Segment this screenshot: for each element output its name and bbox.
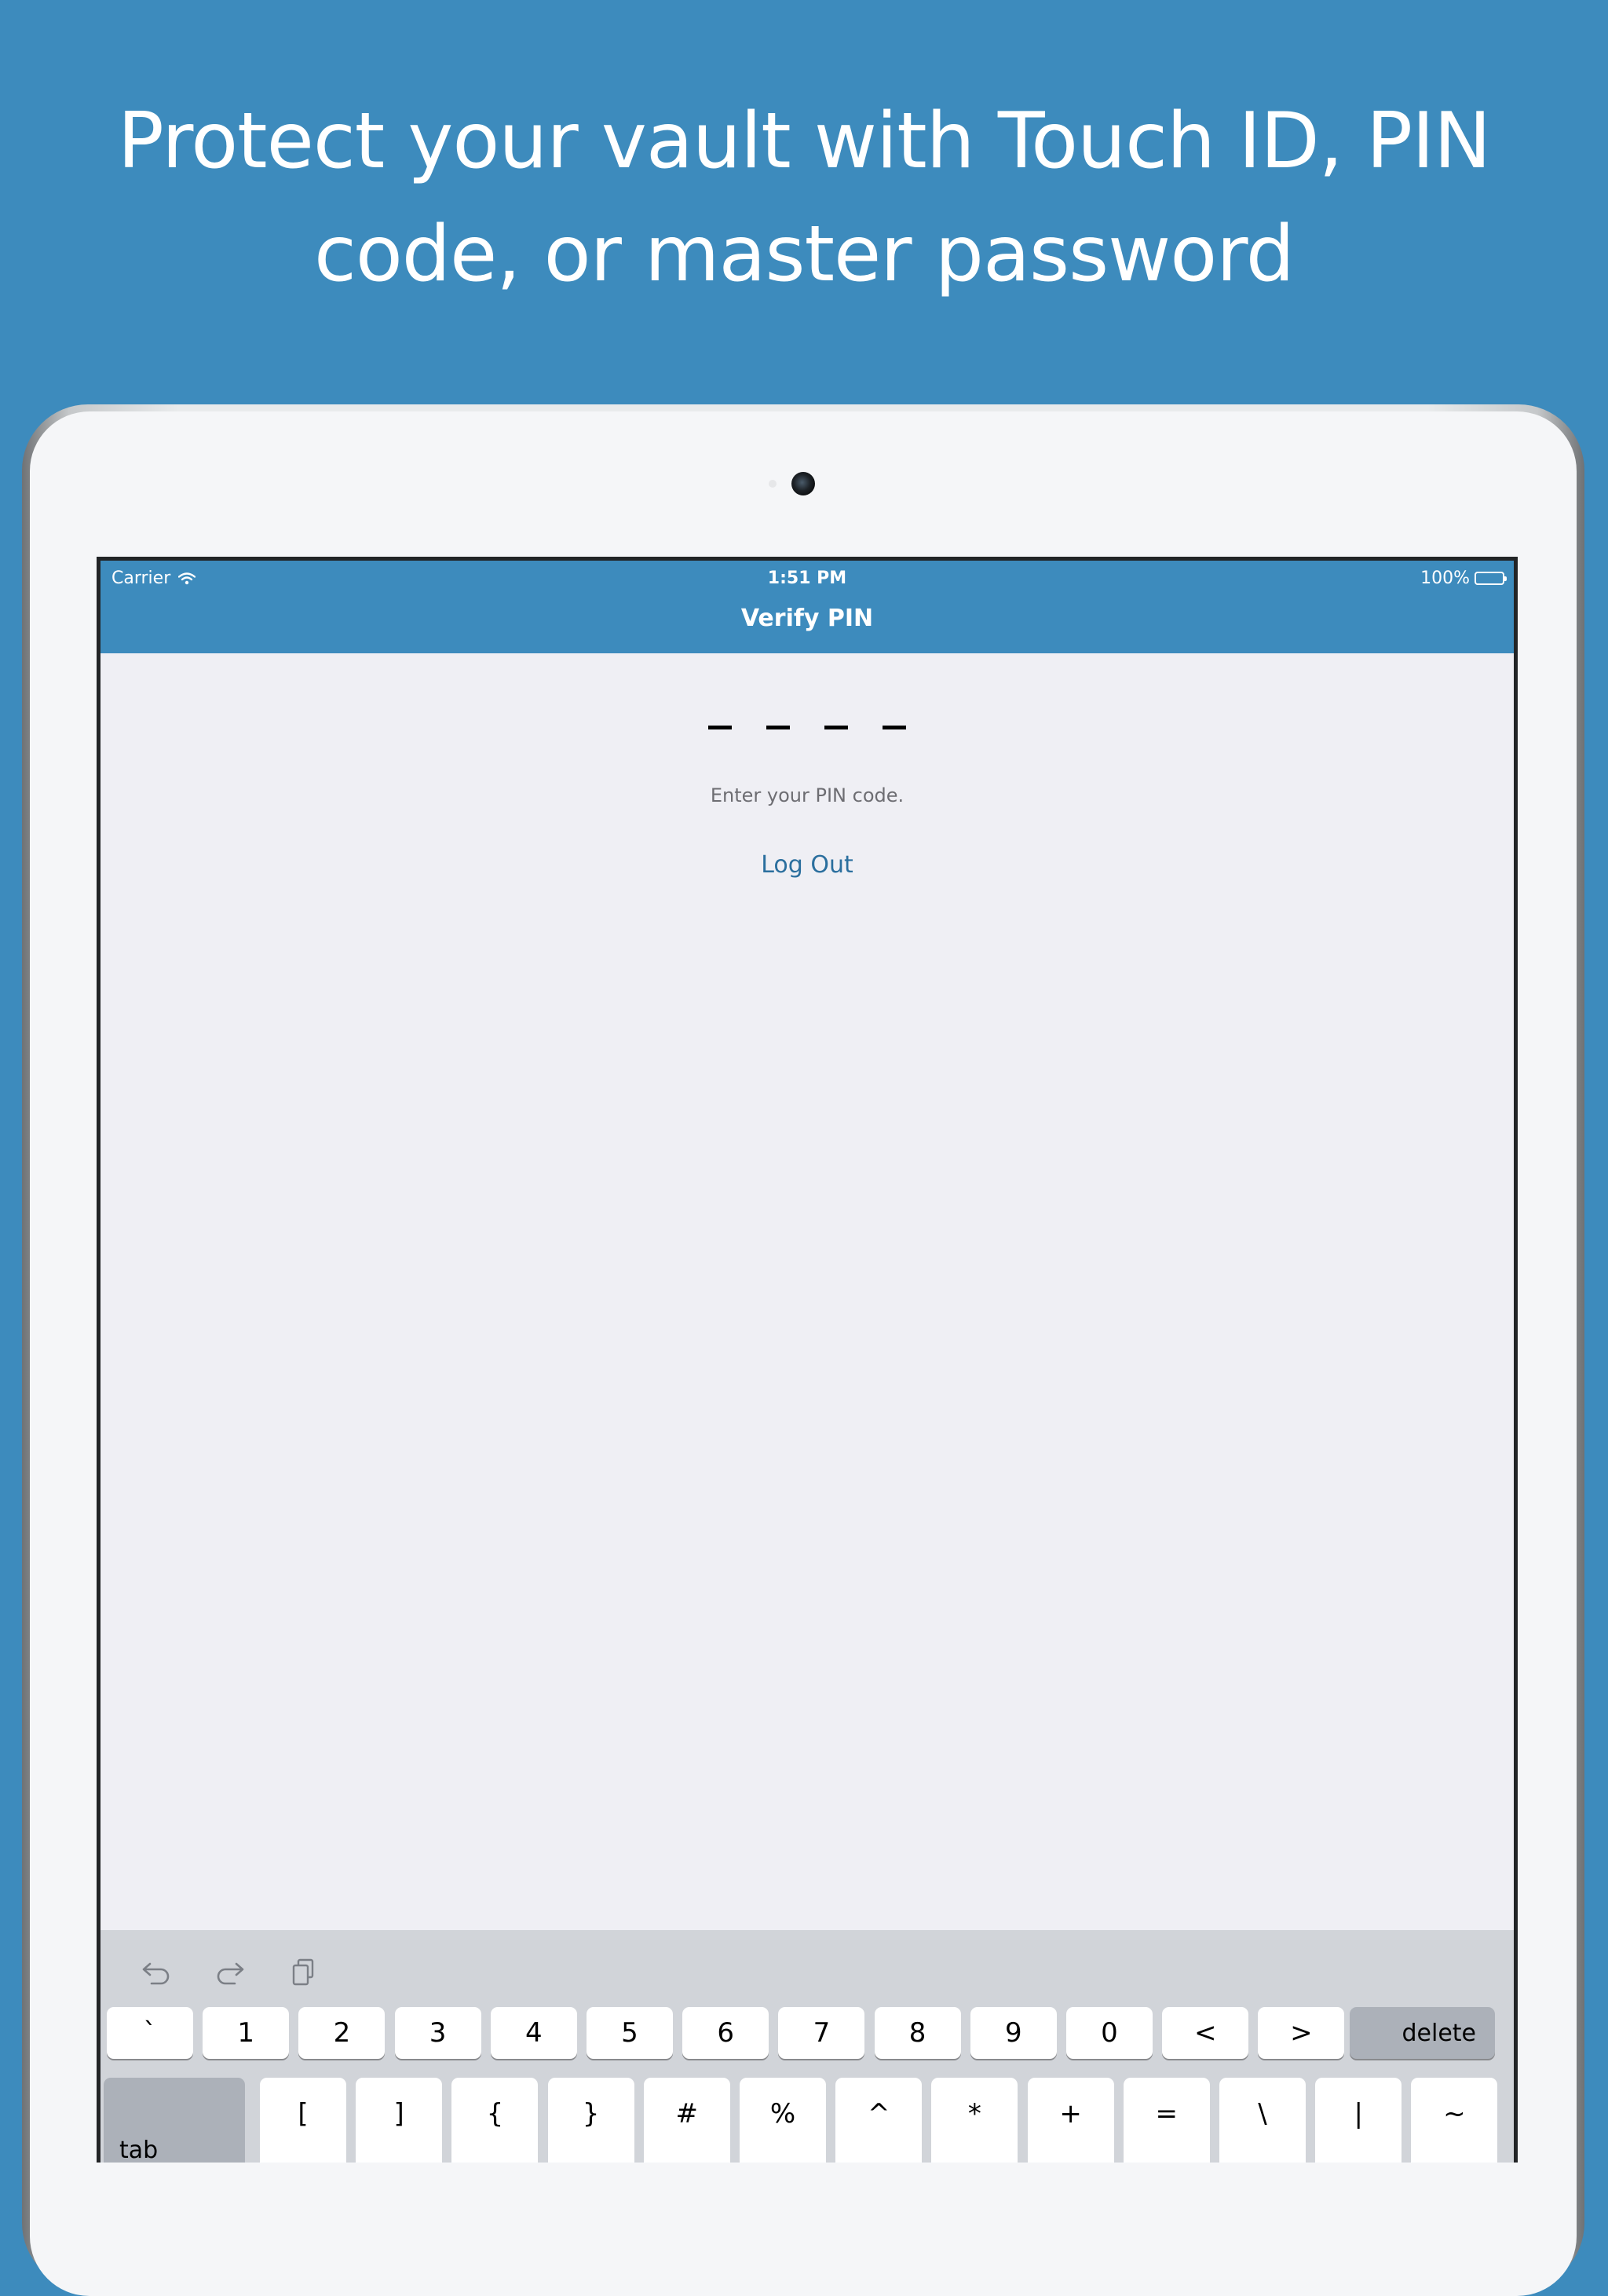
on-screen-keyboard: ` 1 2 3 4 5 6 7 8 9 0 < > delete tab []{} #% ^ * + = \ | ~	[100, 1930, 1514, 2163]
key[interactable]: [	[260, 2078, 346, 2163]
undo-icon[interactable]	[138, 1954, 174, 1990]
paste-icon[interactable]	[286, 1954, 322, 1990]
key[interactable]: |	[1315, 2078, 1402, 2163]
key[interactable]: +	[1027, 2078, 1114, 2163]
headline-line-1: Protect your vault with Touch ID, PIN	[117, 97, 1492, 186]
battery-icon	[1475, 572, 1507, 585]
key[interactable]: =	[1123, 2078, 1210, 2163]
keyboard-shortcuts-bar	[138, 1954, 322, 1990]
key[interactable]: ~	[1411, 2078, 1498, 2163]
log-out-button[interactable]: Log Out	[100, 851, 1514, 879]
key[interactable]: \	[1219, 2078, 1306, 2163]
key[interactable]: *	[931, 2078, 1018, 2163]
light-sensor	[769, 480, 777, 488]
key[interactable]: 2	[298, 2007, 386, 2059]
key[interactable]: 4	[490, 2007, 577, 2059]
key[interactable]: 6	[682, 2007, 769, 2059]
key[interactable]: %	[740, 2078, 826, 2163]
headline-line-2: code, or master password	[313, 210, 1295, 299]
pin-digit-placeholder	[708, 726, 732, 729]
key[interactable]: 7	[778, 2007, 865, 2059]
key[interactable]: ^	[835, 2078, 923, 2163]
pin-digit-placeholder	[766, 726, 790, 729]
key[interactable]: >	[1258, 2007, 1345, 2059]
redo-icon[interactable]	[212, 1954, 248, 1990]
key[interactable]: ]	[356, 2078, 443, 2163]
navigation-bar: Carrier 1:51 PM 100% Verify PIN	[100, 561, 1514, 653]
key[interactable]: 0	[1066, 2007, 1153, 2059]
device-screen: Carrier 1:51 PM 100% Verify PIN Enter yo…	[97, 557, 1518, 2163]
key[interactable]: {	[451, 2078, 539, 2163]
key[interactable]: }	[547, 2078, 634, 2163]
promo-headline: Protect your vault with Touch ID, PIN co…	[0, 85, 1608, 311]
status-time: 1:51 PM	[767, 569, 847, 588]
pin-entry-field[interactable]	[100, 726, 1514, 729]
battery-percent: 100%	[1420, 569, 1470, 588]
pin-hint-text: Enter your PIN code.	[710, 784, 904, 806]
page-title: Verify PIN	[740, 605, 874, 632]
key[interactable]: `	[107, 2007, 193, 2059]
key[interactable]: 5	[587, 2007, 673, 2059]
pin-digit-placeholder	[883, 726, 906, 729]
key[interactable]: 9	[970, 2007, 1057, 2059]
key[interactable]: <	[1162, 2007, 1249, 2059]
camera-icon	[791, 472, 815, 495]
key[interactable]: 8	[874, 2007, 961, 2059]
key[interactable]: 1	[203, 2007, 290, 2059]
delete-key[interactable]: delete	[1350, 2007, 1495, 2059]
pin-digit-placeholder	[824, 726, 848, 729]
key[interactable]: 3	[394, 2007, 481, 2059]
key[interactable]: #	[643, 2078, 730, 2163]
tab-key[interactable]: tab	[104, 2078, 245, 2163]
status-battery: 100%	[1420, 569, 1507, 588]
